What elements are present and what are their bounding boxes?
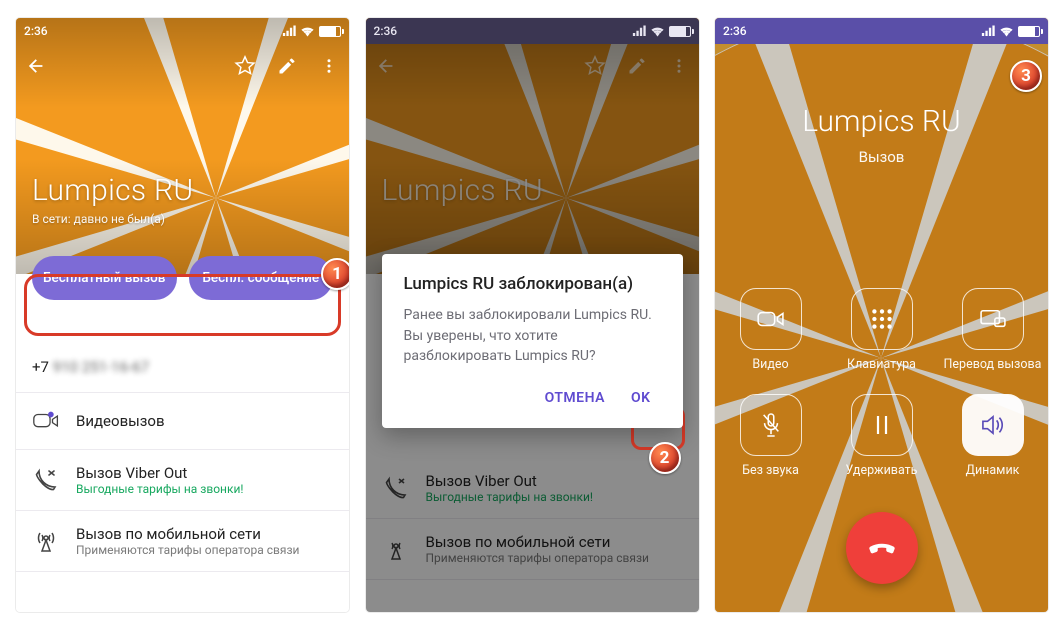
status-bar: 2:36 bbox=[16, 18, 349, 44]
carrier-call-row[interactable]: Вызов по мобильной сети Применяются тари… bbox=[16, 511, 349, 572]
call-button-label: Видео bbox=[752, 358, 788, 372]
viber-out-row[interactable]: Вызов Viber Out Выгодные тарифы на звонк… bbox=[16, 450, 349, 511]
cell-tower-icon bbox=[32, 527, 60, 555]
status-bar: 2:36 bbox=[715, 18, 1048, 44]
screen-outgoing-call: 2:36 Lumpics RU Вызов Видео Клавиатура П… bbox=[715, 18, 1048, 612]
free-message-button[interactable]: Беспл. сообщение bbox=[189, 256, 334, 300]
favorite-button[interactable] bbox=[233, 54, 257, 78]
row-label: Вызов по мобильной сети bbox=[76, 525, 299, 543]
row-label: Вызов Viber Out bbox=[76, 464, 243, 482]
keypad-icon bbox=[869, 306, 895, 332]
clock: 2:36 bbox=[374, 24, 398, 38]
edit-button[interactable] bbox=[275, 54, 299, 78]
overflow-menu-button[interactable] bbox=[317, 54, 341, 78]
star-outline-icon bbox=[234, 55, 256, 77]
call-status-label: Вызов bbox=[715, 148, 1048, 166]
mute-icon bbox=[760, 412, 782, 438]
unblock-dialog: Lumpics RU заблокирован(а) Ранее вы забл… bbox=[382, 254, 683, 428]
screen-unblock-dialog: Lumpics RU Вызов Viber OutВыгодные тариф… bbox=[366, 18, 699, 612]
transfer-icon bbox=[978, 308, 1008, 330]
battery-icon bbox=[669, 26, 691, 37]
call-mute-button[interactable]: Без звука bbox=[715, 394, 826, 478]
back-button[interactable] bbox=[24, 54, 48, 78]
hangup-button[interactable] bbox=[846, 512, 918, 584]
signal-icon bbox=[632, 25, 646, 37]
phone-prefix: +7 bbox=[32, 358, 49, 376]
wifi-icon bbox=[999, 25, 1014, 37]
call-speaker-button[interactable]: Динамик bbox=[937, 394, 1048, 478]
clock: 2:36 bbox=[24, 24, 48, 38]
kebab-icon bbox=[320, 55, 338, 77]
call-button-label: Перевод вызова bbox=[944, 358, 1042, 372]
step-badge-1: 1 bbox=[321, 258, 349, 290]
step-badge-2: 2 bbox=[649, 442, 681, 474]
dialog-ok-button[interactable]: OK bbox=[621, 380, 661, 416]
row-sublabel: Выгодные тарифы на звонки! bbox=[76, 482, 243, 496]
contact-name: Lumpics RU bbox=[32, 173, 193, 208]
call-keypad-button[interactable]: Клавиатура bbox=[826, 288, 937, 372]
speaker-icon bbox=[980, 414, 1006, 436]
dialog-title: Lumpics RU заблокирован(а) bbox=[404, 274, 661, 295]
viber-out-icon bbox=[32, 466, 60, 494]
back-arrow-icon bbox=[25, 55, 47, 77]
video-call-row[interactable]: Видеовызов bbox=[16, 393, 349, 450]
hangup-icon bbox=[865, 531, 899, 565]
dialog-cancel-button[interactable]: ОТМЕНА bbox=[535, 380, 615, 416]
call-hold-button[interactable]: Удерживать bbox=[826, 394, 937, 478]
signal-icon bbox=[282, 25, 296, 37]
video-icon bbox=[32, 407, 60, 435]
status-bar: 2:36 bbox=[366, 18, 699, 44]
row-sublabel: Применяются тарифы оператора связи bbox=[76, 543, 299, 557]
call-button-label: Удерживать bbox=[846, 464, 918, 478]
screen-contact-profile: 2:36 Lumpics R bbox=[16, 18, 349, 612]
wifi-icon bbox=[650, 25, 665, 37]
free-call-button[interactable]: Бесплатный вызов bbox=[32, 256, 177, 300]
dialog-body: Ранее вы заблокировали Lumpics RU. Вы ув… bbox=[404, 305, 661, 366]
clock: 2:36 bbox=[723, 24, 747, 38]
phone-number-row[interactable]: +7 910 251-16-67 bbox=[16, 342, 349, 393]
signal-icon bbox=[981, 25, 995, 37]
phone-rest-blurred: 910 251-16-67 bbox=[53, 358, 149, 376]
pause-icon bbox=[873, 414, 891, 436]
pencil-icon bbox=[277, 56, 297, 76]
call-button-label: Без звука bbox=[742, 464, 799, 478]
contact-presence: В сети: давно не был(а) bbox=[32, 212, 165, 226]
call-transfer-button[interactable]: Перевод вызова bbox=[937, 288, 1048, 372]
call-video-button[interactable]: Видео bbox=[715, 288, 826, 372]
wifi-icon bbox=[300, 25, 315, 37]
step-badge-3: 3 bbox=[1010, 60, 1042, 92]
call-contact-name: Lumpics RU bbox=[715, 104, 1048, 139]
row-label: Видеовызов bbox=[76, 412, 165, 430]
call-button-label: Динамик bbox=[966, 464, 1020, 478]
battery-icon bbox=[1018, 26, 1040, 37]
battery-icon bbox=[319, 26, 341, 37]
call-button-label: Клавиатура bbox=[847, 358, 916, 372]
video-icon bbox=[756, 308, 786, 330]
